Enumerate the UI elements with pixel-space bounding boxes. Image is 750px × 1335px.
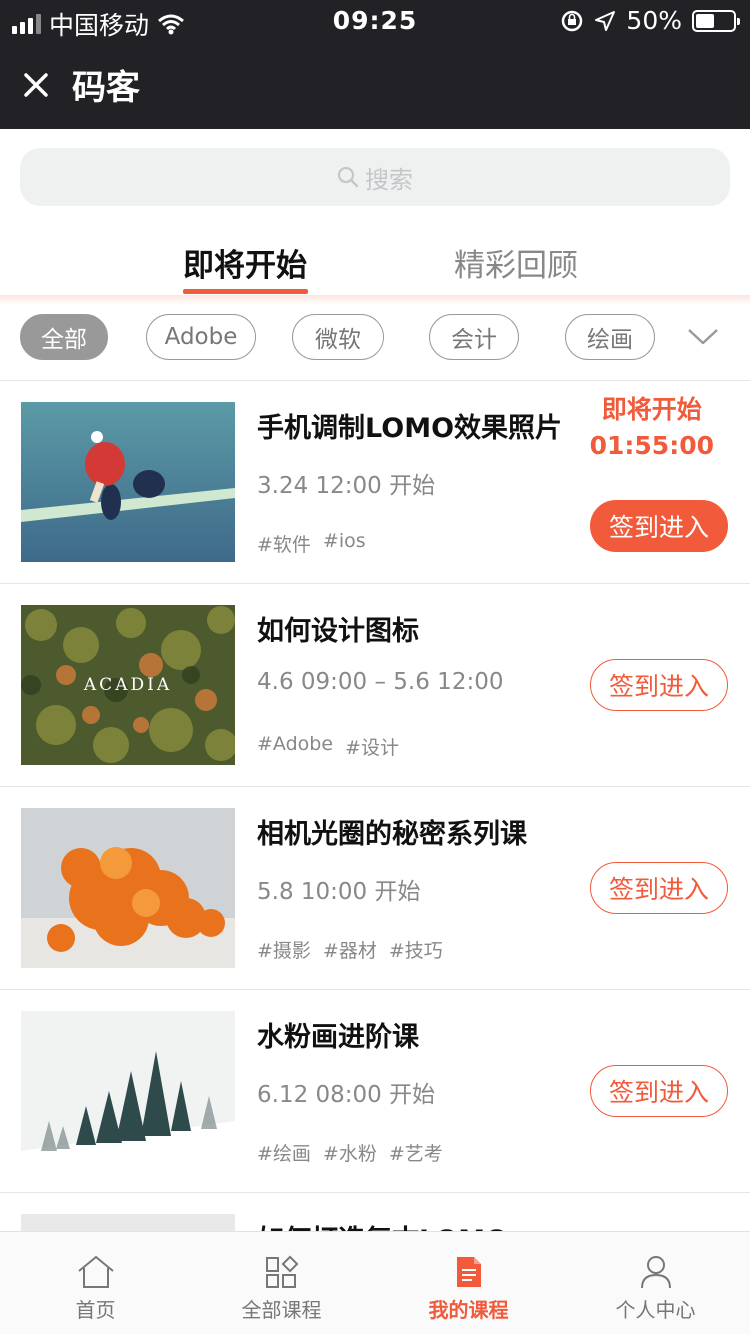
course-thumbnail-trees — [21, 1011, 235, 1171]
tabs-shadow — [0, 295, 750, 305]
tabbar-item-profile[interactable]: 个人中心 — [562, 1232, 749, 1335]
course-title: 如何打造复古LOMO — [257, 1218, 508, 1231]
location-icon — [595, 10, 616, 31]
navbar: 码客 — [0, 40, 750, 129]
chip-microsoft[interactable]: 微软 — [292, 314, 384, 360]
divider — [0, 1192, 750, 1193]
course-time: 3.24 12:00 开始 — [257, 473, 436, 499]
course-tags: #软件 #ios — [257, 530, 366, 557]
chip-all[interactable]: 全部 — [20, 314, 108, 360]
course-title: 相机光圈的秘密系列课 — [257, 819, 527, 850]
countdown-timer: 01:55:00 — [589, 431, 714, 460]
course-title: 手机调制LOMO效果照片 — [257, 413, 563, 444]
checkin-button[interactable]: 签到进入 — [590, 1065, 728, 1117]
tabbar-item-my-courses[interactable]: 我的课程 — [375, 1232, 562, 1335]
divider — [0, 786, 750, 787]
course-thumbnail-smoke — [21, 808, 235, 968]
tag[interactable]: #绘画 — [257, 1139, 311, 1166]
tag[interactable]: #设计 — [345, 733, 399, 760]
category-filter: 全部 Adobe 微软 会计 绘画 — [0, 314, 750, 362]
checkin-button[interactable]: 签到进入 — [590, 862, 728, 914]
chip-painting[interactable]: 绘画 — [565, 314, 655, 360]
tabbar-label: 全部课程 — [241, 1298, 322, 1322]
grid-icon — [265, 1255, 298, 1288]
search-icon — [337, 166, 359, 188]
tabbar-item-home[interactable]: 首页 — [2, 1232, 189, 1335]
tabbar-label: 个人中心 — [615, 1298, 696, 1322]
course-item[interactable]: 如何打造复古LOMO — [0, 1194, 750, 1231]
search-input[interactable]: 搜索 — [20, 148, 730, 206]
course-item[interactable]: 相机光圈的秘密系列课 5.8 10:00 开始 #摄影 #器材 #技巧 签到进入 — [0, 788, 750, 990]
divider — [0, 989, 750, 990]
status-label: 即将开始 — [601, 395, 702, 424]
checkin-button[interactable]: 签到进入 — [590, 659, 728, 711]
course-time: 4.6 09:00 – 5.6 12:00 — [257, 669, 504, 695]
course-thumbnail-pingpong — [21, 402, 235, 562]
course-thumbnail-forest: ACADIA — [21, 605, 235, 765]
tag[interactable]: #ios — [323, 530, 366, 557]
tag[interactable]: #软件 — [257, 530, 311, 557]
course-tags: #Adobe #设计 — [257, 733, 399, 760]
tabbar-label: 我的课程 — [428, 1298, 509, 1322]
chip-accounting[interactable]: 会计 — [429, 314, 519, 360]
thumbnail-caption: ACADIA — [83, 675, 172, 695]
status-bar: 中国移动 09:25 50% — [0, 0, 750, 40]
divider — [0, 380, 750, 381]
tag[interactable]: #器材 — [323, 936, 377, 963]
chip-adobe[interactable]: Adobe — [146, 314, 256, 360]
search-placeholder: 搜索 — [365, 165, 413, 194]
divider — [0, 583, 750, 584]
tabbar-label: 首页 — [75, 1298, 116, 1322]
close-button[interactable] — [0, 40, 72, 129]
bottom-tab-bar: 首页 全部课程 我的课程 个人中心 — [0, 1231, 750, 1334]
course-item[interactable]: 手机调制LOMO效果照片 3.24 12:00 开始 #软件 #ios 即将开始… — [0, 382, 750, 584]
status-right: 50% — [560, 6, 740, 35]
page-title: 码客 — [72, 68, 140, 108]
tab-bar-top: 即将开始 精彩回顾 — [0, 220, 750, 296]
course-tags: #绘画 #水粉 #艺考 — [257, 1139, 443, 1166]
battery-icon — [692, 9, 740, 32]
tag[interactable]: #技巧 — [389, 936, 443, 963]
chevron-down-icon[interactable] — [686, 326, 720, 348]
course-thumbnail — [21, 1214, 235, 1231]
close-icon — [24, 72, 48, 97]
battery-percent: 50% — [626, 6, 682, 35]
tab-upcoming[interactable]: 即将开始 — [183, 240, 307, 285]
countdown-block: 即将开始 01:55:00 — [590, 392, 714, 464]
tag[interactable]: #水粉 — [323, 1139, 377, 1166]
battery-fill — [696, 13, 714, 28]
tag[interactable]: #艺考 — [389, 1139, 443, 1166]
tag[interactable]: #Adobe — [257, 733, 333, 760]
course-tags: #摄影 #器材 #技巧 — [257, 936, 443, 963]
course-title: 水粉画进阶课 — [257, 1022, 419, 1053]
rotation-lock-icon — [562, 10, 583, 31]
course-time: 5.8 10:00 开始 — [257, 879, 421, 905]
tag[interactable]: #摄影 — [257, 936, 311, 963]
home-icon — [77, 1255, 114, 1288]
course-item[interactable]: 水粉画进阶课 6.12 08:00 开始 #绘画 #水粉 #艺考 签到进入 — [0, 991, 750, 1193]
user-icon — [640, 1256, 671, 1289]
tab-active-indicator — [183, 289, 308, 294]
course-time: 6.12 08:00 开始 — [257, 1082, 436, 1108]
tab-review[interactable]: 精彩回顾 — [454, 240, 578, 285]
tabbar-item-all-courses[interactable]: 全部课程 — [188, 1232, 375, 1335]
checkin-button[interactable]: 签到进入 — [590, 500, 728, 552]
course-item[interactable]: ACADIA 如何设计图标 4.6 09:00 – 5.6 12:00 #Ado… — [0, 585, 750, 787]
document-icon — [456, 1257, 481, 1287]
course-title: 如何设计图标 — [257, 616, 419, 647]
